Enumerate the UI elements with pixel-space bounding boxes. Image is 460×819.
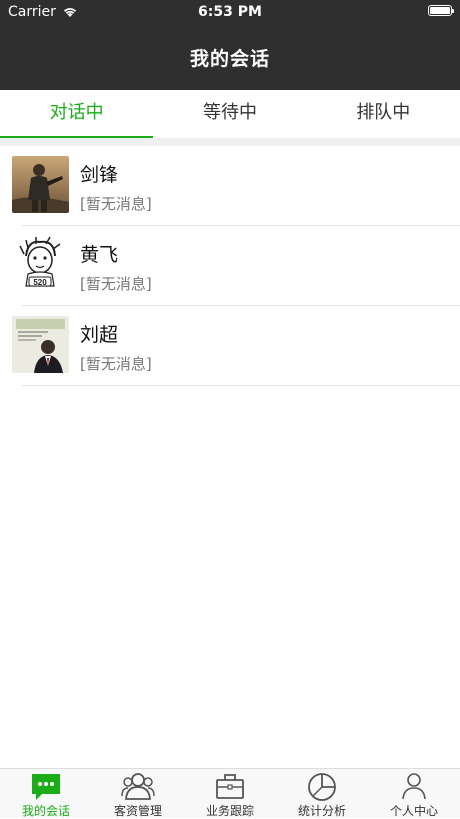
tab-queue[interactable]: 排队中 xyxy=(307,90,460,138)
tabbar-label: 业务跟踪 xyxy=(205,804,254,818)
briefcase-icon xyxy=(216,774,244,799)
svg-text:520: 520 xyxy=(33,278,47,287)
soldier-avatar xyxy=(12,156,69,213)
last-message: [暂无消息] xyxy=(80,195,152,213)
magazine-avatar xyxy=(12,316,69,373)
tabbar-item-customers[interactable]: 客资管理 xyxy=(92,769,184,818)
sketch-avatar: 520 xyxy=(12,236,69,293)
conversation-row[interactable]: 520 黄飞 [暂无消息] xyxy=(0,226,460,306)
segment-tabs: 对话中 等待中 排队中 xyxy=(0,90,460,139)
tab-chatting[interactable]: 对话中 xyxy=(0,90,154,139)
status-time: 6:53 PM xyxy=(198,4,262,20)
tabbar-item-my-sessions[interactable]: 我的会话 xyxy=(0,769,92,818)
conversation-row[interactable]: 刘超 [暂无消息] xyxy=(0,306,460,386)
tab-waiting[interactable]: 等待中 xyxy=(153,90,306,138)
tabbar-label: 统计分析 xyxy=(297,804,346,818)
contact-name: 黄飞 xyxy=(80,244,119,266)
battery-icon xyxy=(428,5,454,16)
tabbar-item-statistics[interactable]: 统计分析 xyxy=(276,769,368,818)
tabbar-label: 我的会话 xyxy=(21,804,70,818)
contact-name: 刘超 xyxy=(80,324,119,346)
chat-bubble-icon xyxy=(32,774,60,800)
conversation-list: 剑锋 [暂无消息] 520 黄飞 [暂无消息] 刘超 [暂无消息] xyxy=(0,146,460,386)
contact-name: 剑锋 xyxy=(80,164,119,186)
last-message: [暂无消息] xyxy=(80,355,152,373)
last-message: [暂无消息] xyxy=(80,275,152,293)
row-divider xyxy=(22,385,460,386)
tabbar-label: 个人中心 xyxy=(389,804,438,818)
page-title: 我的会话 xyxy=(189,48,270,70)
tabbar-item-tracking[interactable]: 业务跟踪 xyxy=(184,769,276,818)
tabbar-item-profile[interactable]: 个人中心 xyxy=(368,769,460,818)
tabs-separator xyxy=(0,138,460,146)
users-icon xyxy=(121,773,155,800)
person-icon xyxy=(402,773,426,800)
tabbar-label: 客资管理 xyxy=(113,804,162,818)
conversation-row[interactable]: 剑锋 [暂无消息] xyxy=(0,146,460,226)
bottom-tab-bar: 我的会话 客资管理 业务跟踪 统计分析 个人中心 xyxy=(0,768,460,818)
header: Carrier 6:53 PM 我的会话 xyxy=(0,0,460,90)
status-bar: Carrier 6:53 PM xyxy=(0,0,460,24)
pie-chart-icon xyxy=(308,773,336,801)
